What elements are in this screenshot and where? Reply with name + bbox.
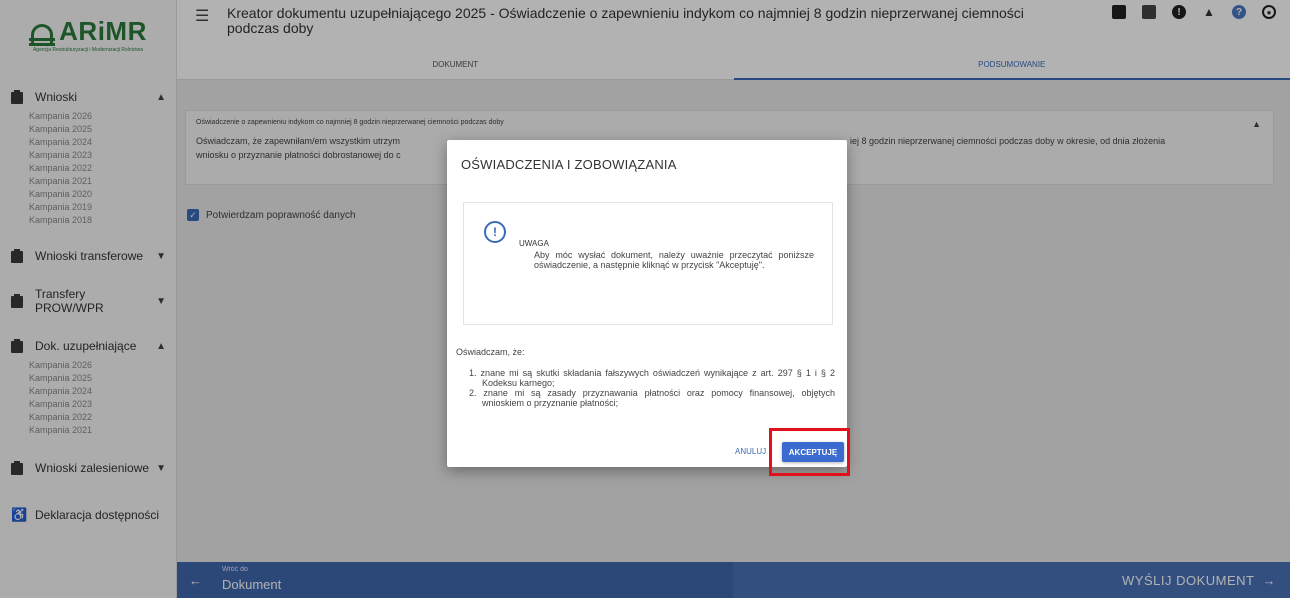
accept-button[interactable]: AKCEPTUJĘ bbox=[782, 442, 844, 462]
notice-box: ! UWAGA Aby móc wysłać dokument, należy … bbox=[463, 202, 833, 325]
notice-title: UWAGA bbox=[519, 239, 549, 248]
cancel-button[interactable]: ANULUJ bbox=[735, 447, 766, 456]
declaration-item: 1. znane mi są skutki składania fałszywy… bbox=[469, 368, 835, 388]
declaration-intro: Oświadczam, że: bbox=[456, 347, 525, 357]
notice-text: Aby móc wysłać dokument, należy uważnie … bbox=[534, 250, 814, 270]
modal-title: OŚWIADCZENIA I ZOBOWIĄZANIA bbox=[461, 157, 677, 172]
declaration-list: 1. znane mi są skutki składania fałszywy… bbox=[469, 368, 835, 408]
declarations-modal: OŚWIADCZENIA I ZOBOWIĄZANIA ! UWAGA Aby … bbox=[447, 140, 847, 467]
declaration-item: 2. znane mi są zasady przyznawania płatn… bbox=[469, 388, 835, 408]
info-alert-icon: ! bbox=[484, 221, 506, 243]
